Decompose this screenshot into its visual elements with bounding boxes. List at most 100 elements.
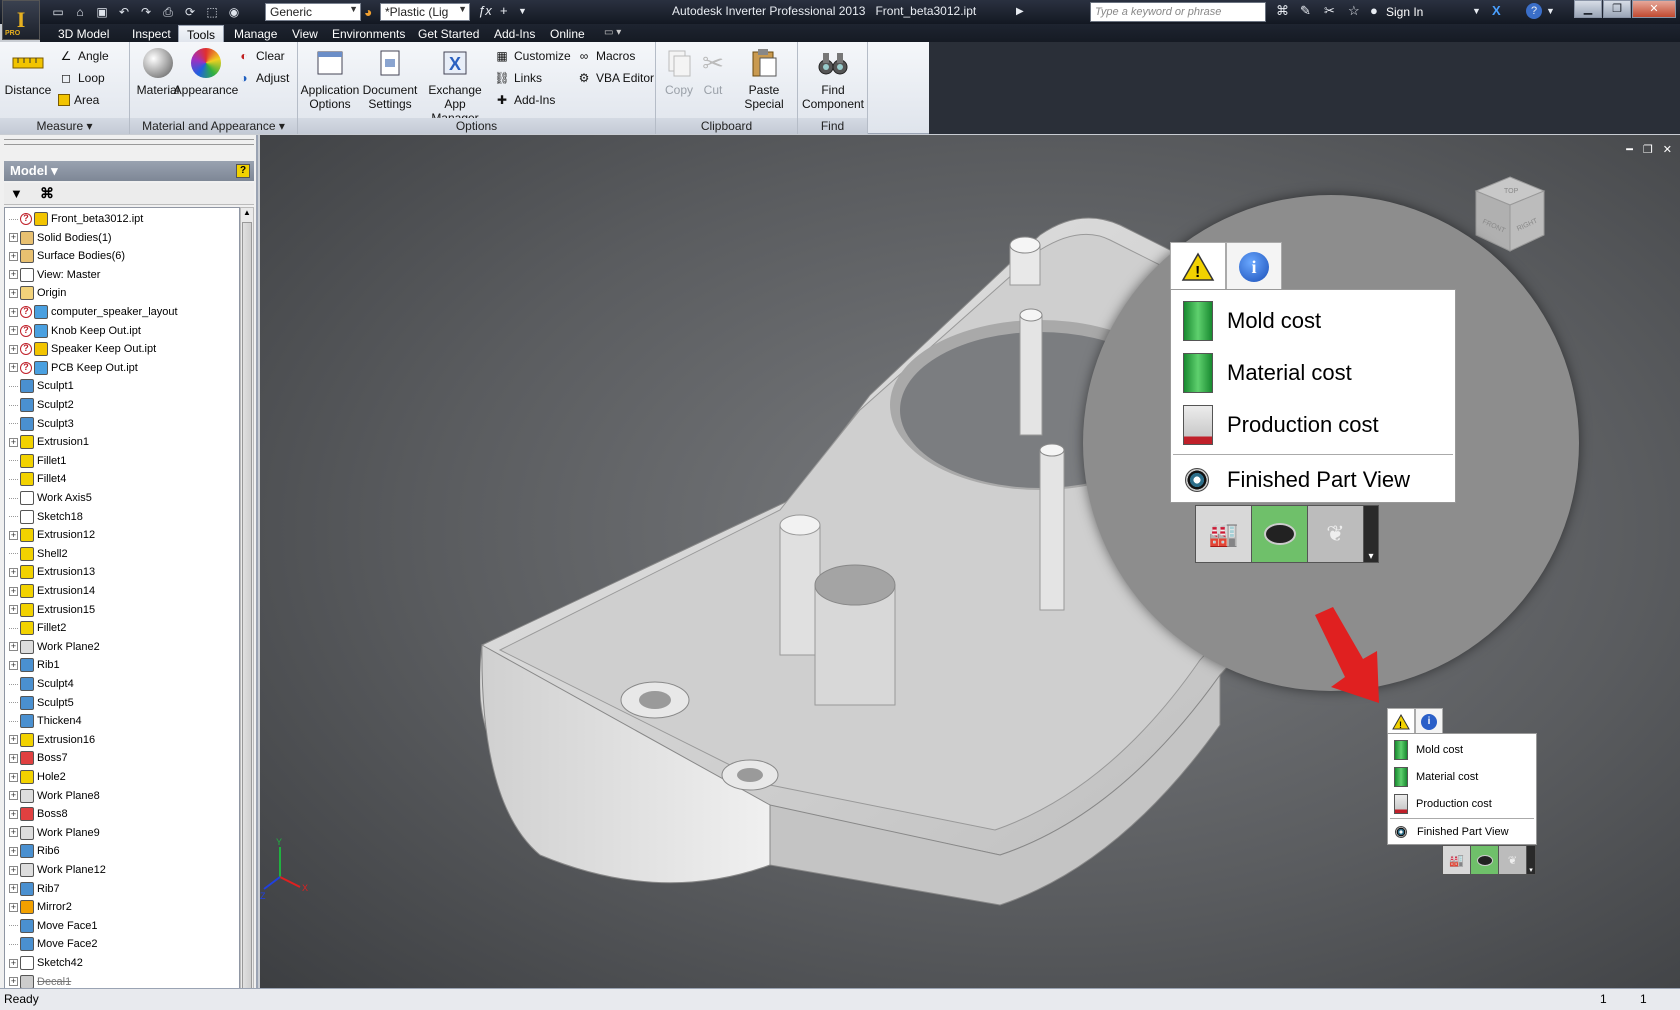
finished-part-view-row-small[interactable]: Finished Part View bbox=[1388, 820, 1536, 844]
tree-node[interactable]: + Solid Bodies(1) bbox=[5, 229, 112, 247]
new-icon[interactable]: ▭ bbox=[48, 3, 68, 21]
tree-node[interactable]: Move Face2 bbox=[5, 935, 98, 953]
loop-button[interactable]: ◻ Loop bbox=[58, 68, 105, 88]
strip-dropdown-icon-large[interactable]: ▾ bbox=[1364, 506, 1378, 562]
mold-cost-row-large[interactable]: Mold cost bbox=[1171, 296, 1455, 346]
material-group-label[interactable]: Material and Appearance ▾ bbox=[130, 118, 297, 134]
customize-button[interactable]: ▦ Customize bbox=[494, 46, 570, 66]
appearance-combo[interactable]: Generic ▼ bbox=[265, 3, 361, 21]
tab-environments[interactable]: Environments bbox=[324, 25, 413, 43]
expand-toggle-icon[interactable]: + bbox=[9, 753, 18, 763]
expand-toggle-icon[interactable]: + bbox=[9, 567, 18, 577]
expand-toggle-icon[interactable]: + bbox=[9, 326, 18, 336]
tabs-overflow-icon[interactable]: ▭ ▾ bbox=[596, 25, 629, 43]
cut-button[interactable]: ✂ Cut bbox=[696, 46, 730, 97]
tree-node[interactable]: Thicken4 bbox=[5, 712, 82, 730]
viewport-close-icon[interactable]: ✕ bbox=[1663, 143, 1672, 156]
help-icon[interactable]: ? bbox=[1526, 3, 1542, 19]
expand-toggle-icon[interactable]: + bbox=[9, 977, 18, 987]
expand-toggle-icon[interactable]: + bbox=[9, 642, 18, 652]
material-sphere-icon[interactable]: ◉ bbox=[224, 3, 244, 21]
open-icon[interactable]: ⌂ bbox=[70, 3, 90, 21]
tree-node[interactable]: + Work Plane2 bbox=[5, 638, 100, 656]
tree-node[interactable]: Shell2 bbox=[5, 545, 68, 563]
tree-node[interactable]: + Extrusion14 bbox=[5, 582, 95, 600]
tab-online[interactable]: Online bbox=[542, 25, 593, 43]
tree-node[interactable]: Move Face1 bbox=[5, 917, 98, 935]
save-icon[interactable]: ▣ bbox=[92, 3, 112, 21]
tree-node[interactable]: + Surface Bodies(6) bbox=[5, 247, 125, 265]
find-icon[interactable]: ⌘ bbox=[40, 185, 54, 202]
application-menu-button[interactable]: I PRO bbox=[2, 0, 40, 40]
tree-node[interactable]: + Mirror2 bbox=[5, 898, 72, 916]
expand-toggle-icon[interactable]: + bbox=[9, 270, 18, 280]
undo-icon[interactable]: ↶ bbox=[114, 3, 134, 21]
material-combo[interactable]: *Plastic (Lig ▼ bbox=[380, 3, 470, 21]
tree-node[interactable]: + View: Master bbox=[5, 266, 100, 284]
document-settings-button[interactable]: Document Settings bbox=[360, 46, 420, 111]
tab-get-started[interactable]: Get Started bbox=[410, 25, 487, 43]
eco-plant-icon-small[interactable]: ❦ bbox=[1499, 846, 1527, 874]
tree-node[interactable]: + Work Plane9 bbox=[5, 824, 100, 842]
tree-node[interactable]: + Sketch42 bbox=[5, 954, 83, 972]
tree-node[interactable]: + Extrusion13 bbox=[5, 563, 95, 581]
strip-dropdown-icon-small[interactable]: ▾ bbox=[1527, 846, 1535, 874]
tree-node[interactable]: + Rib1 bbox=[5, 656, 60, 674]
links-button[interactable]: ⛓ Links bbox=[494, 68, 542, 88]
mold-cost-row-small[interactable]: Mold cost bbox=[1388, 737, 1536, 763]
tree-node[interactable]: + Origin bbox=[5, 284, 66, 302]
expand-toggle-icon[interactable]: + bbox=[9, 902, 18, 912]
add-ins-button[interactable]: ✚ Add-Ins bbox=[494, 90, 555, 110]
fx-icon[interactable]: ƒx bbox=[478, 3, 492, 18]
adjust-button[interactable]: ◑ Adjust bbox=[236, 68, 289, 88]
tree-node[interactable]: Fillet4 bbox=[5, 470, 66, 488]
expand-toggle-icon[interactable]: + bbox=[9, 809, 18, 819]
tools-icon[interactable]: ✂ bbox=[1324, 3, 1335, 19]
expand-toggle-icon[interactable]: + bbox=[9, 884, 18, 894]
subscription-icon[interactable]: ✎ bbox=[1300, 3, 1311, 19]
tree-node[interactable]: + Hole2 bbox=[5, 768, 66, 786]
production-cost-row-small[interactable]: Production cost bbox=[1388, 791, 1536, 817]
tree-node[interactable]: +? Knob Keep Out.ipt bbox=[5, 322, 141, 340]
factory-icon-large[interactable]: 🏭 bbox=[1196, 506, 1252, 562]
tree-node[interactable]: + Extrusion12 bbox=[5, 526, 95, 544]
tree-node[interactable]: Fillet2 bbox=[5, 619, 66, 637]
material-cost-row-large[interactable]: Material cost bbox=[1171, 348, 1455, 398]
viewport-minimize-icon[interactable]: ━ bbox=[1626, 143, 1633, 156]
expand-toggle-icon[interactable]: + bbox=[9, 828, 18, 838]
eco-plant-icon-large[interactable]: ❦ bbox=[1308, 506, 1364, 562]
expand-search-icon[interactable]: ▶ bbox=[1016, 6, 1024, 17]
vba-editor-button[interactable]: ⚙ VBA Editor bbox=[576, 68, 654, 88]
filter-icon[interactable]: ▼ bbox=[10, 186, 23, 201]
tree-node[interactable]: Sculpt3 bbox=[5, 415, 74, 433]
info-tab-large[interactable]: i bbox=[1226, 242, 1282, 290]
expand-toggle-icon[interactable]: + bbox=[9, 586, 18, 596]
qat-dropdown-icon[interactable]: ▼ bbox=[518, 6, 527, 16]
expand-toggle-icon[interactable]: + bbox=[9, 772, 18, 782]
warnings-tab-small[interactable]: ! bbox=[1387, 708, 1415, 734]
tab-view[interactable]: View bbox=[284, 25, 326, 43]
distance-button[interactable]: Distance bbox=[4, 46, 52, 97]
tree-node[interactable]: Sculpt2 bbox=[5, 396, 74, 414]
redo-icon[interactable]: ↷ bbox=[136, 3, 156, 21]
expand-toggle-icon[interactable]: + bbox=[9, 251, 18, 261]
favorites-icon[interactable]: ☆ bbox=[1348, 3, 1360, 19]
production-cost-row-large[interactable]: Production cost bbox=[1171, 400, 1455, 450]
exchange-app-manager-button[interactable]: X ExchangeApp Manager bbox=[420, 46, 490, 125]
tree-node[interactable]: + Extrusion1 bbox=[5, 433, 89, 451]
measure-group-label[interactable]: Measure ▾ bbox=[0, 118, 129, 134]
sign-in-link[interactable]: Sign In bbox=[1386, 5, 1423, 19]
expand-toggle-icon[interactable]: + bbox=[9, 233, 18, 243]
expand-toggle-icon[interactable]: + bbox=[9, 846, 18, 856]
tab-add-ins[interactable]: Add-Ins bbox=[486, 25, 543, 43]
tree-node[interactable]: + Rib7 bbox=[5, 880, 60, 898]
maximize-button[interactable]: ❐ bbox=[1603, 0, 1631, 18]
panel-grip[interactable] bbox=[4, 139, 254, 145]
tree-node[interactable]: + Boss8 bbox=[5, 805, 68, 823]
info-tab-small[interactable]: i bbox=[1415, 708, 1443, 734]
tree-node[interactable]: +? Speaker Keep Out.ipt bbox=[5, 340, 156, 358]
browser-help-icon[interactable]: ? bbox=[236, 164, 250, 178]
material-cost-row-small[interactable]: Material cost bbox=[1388, 764, 1536, 790]
macros-button[interactable]: ∞ Macros bbox=[576, 46, 636, 66]
appearance-button[interactable]: Appearance bbox=[170, 46, 242, 97]
